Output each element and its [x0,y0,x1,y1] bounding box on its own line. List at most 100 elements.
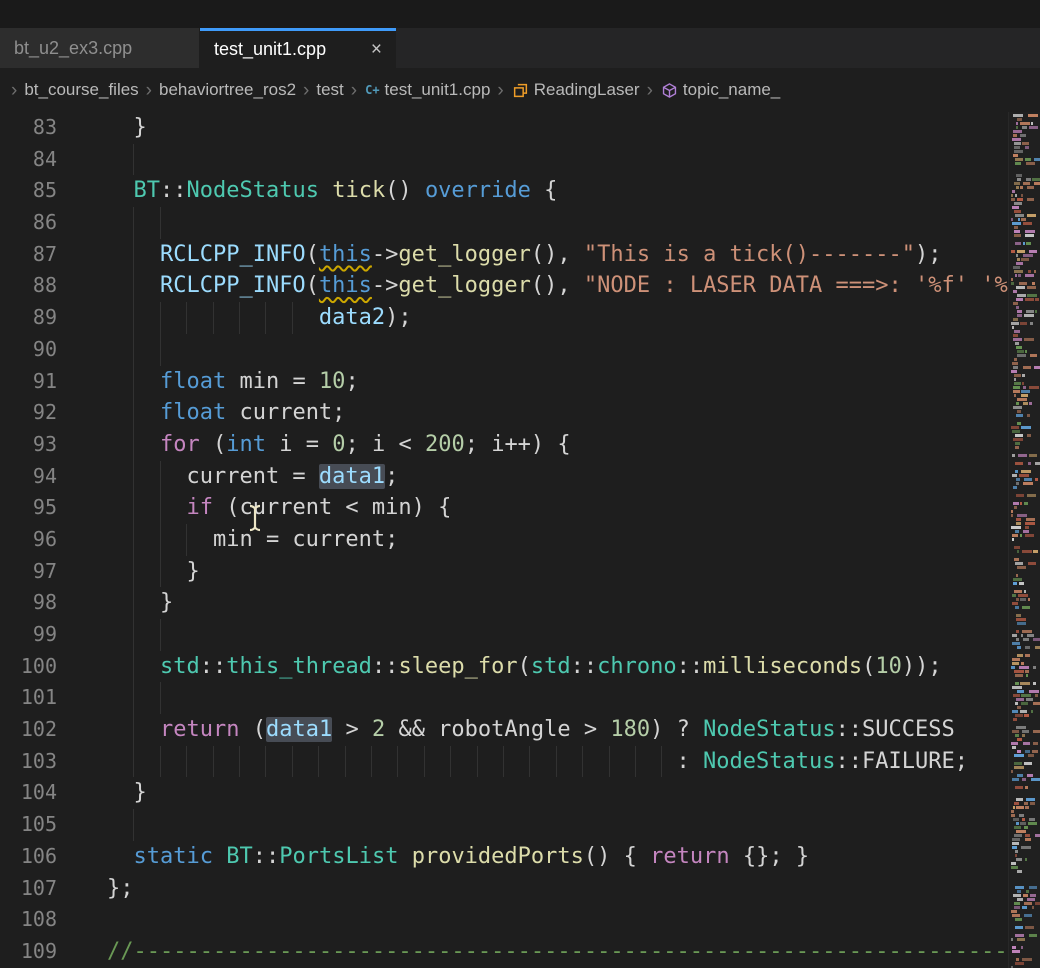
chevron-right-icon: › [497,81,503,100]
indent-guide [556,746,557,778]
line-number[interactable]: 97 [0,556,90,588]
line-number[interactable]: 95 [0,492,90,524]
code-row: 91 float min = 10; [0,366,1040,398]
editor: 83 }8485 BT::NodeStatus tick() override … [0,112,1040,968]
code-row: 95 if (current < min) { [0,492,1040,524]
code-line[interactable]: if (current < min) { [90,492,1040,524]
line-number[interactable]: 86 [0,207,90,239]
code-line[interactable] [90,904,1040,936]
indent-guide [186,746,187,778]
code-row: 106 static BT::PortsList providedPorts()… [0,841,1040,873]
code-line[interactable]: } [90,556,1040,588]
code-line[interactable]: //--------------------------------------… [90,936,1040,968]
indent-guide [133,809,134,841]
code-line[interactable]: RCLCPP_INFO(this->get_logger(), "This is… [90,239,1040,271]
indent-guide [450,746,451,778]
indent-guide [503,746,504,778]
line-number[interactable]: 102 [0,714,90,746]
code-row: 92 float current; [0,397,1040,429]
code-line[interactable]: RCLCPP_INFO(this->get_logger(), "NODE : … [90,270,1040,302]
code-line[interactable]: float current; [90,397,1040,429]
code-row: 90 [0,334,1040,366]
indent-guide [133,556,134,588]
line-number[interactable]: 106 [0,841,90,873]
line-number[interactable]: 93 [0,429,90,461]
line-number[interactable]: 84 [0,144,90,176]
indent-guide [529,746,530,778]
code-line[interactable]: } [90,587,1040,619]
indent-guide [160,619,161,651]
tab-test-unit1[interactable]: test_unit1.cpp × [200,28,396,68]
code-line[interactable]: for (int i = 0; i < 200; i++) { [90,429,1040,461]
breadcrumb-item[interactable]: ReadingLaser [534,80,640,100]
line-number[interactable]: 85 [0,175,90,207]
code-line[interactable] [90,619,1040,651]
code-line[interactable]: return (data1 > 2 && robotAngle > 180) ?… [90,714,1040,746]
breadcrumb-item[interactable]: behaviortree_ros2 [159,80,296,100]
line-number[interactable]: 108 [0,904,90,936]
code-line[interactable]: float min = 10; [90,366,1040,398]
indent-guide [133,651,134,683]
code-line[interactable] [90,809,1040,841]
indent-guide [213,746,214,778]
breadcrumb-item[interactable]: test_unit1.cpp [385,80,491,100]
code-line[interactable]: std::this_thread::sleep_for(std::chrono:… [90,651,1040,683]
line-number[interactable]: 88 [0,270,90,302]
line-number[interactable]: 92 [0,397,90,429]
close-icon[interactable]: × [359,40,382,59]
indent-guide [160,334,161,366]
code-row: 108 [0,904,1040,936]
line-number[interactable]: 107 [0,873,90,905]
indent-guide [239,746,240,778]
code-line[interactable]: min = current; [90,524,1040,556]
line-number[interactable]: 91 [0,366,90,398]
indent-guide [265,746,266,778]
line-number[interactable]: 83 [0,112,90,144]
line-number[interactable]: 90 [0,334,90,366]
indent-guide [160,207,161,239]
code-line[interactable]: }; [90,873,1040,905]
tab-bt-u2-ex3[interactable]: bt_u2_ex3.cpp [0,28,200,68]
indent-guide [160,461,161,493]
line-number[interactable]: 101 [0,682,90,714]
breadcrumb-item[interactable]: bt_course_files [24,80,138,100]
code-line[interactable]: current = data1; [90,461,1040,493]
indent-guide [213,302,214,334]
code-line[interactable]: data2); [90,302,1040,334]
indent-guide [133,682,134,714]
code-line[interactable]: } [90,112,1040,144]
line-number[interactable]: 94 [0,461,90,493]
tab-bar-empty-space [396,28,1040,68]
minimap[interactable] [1008,112,1040,968]
code-line[interactable] [90,334,1040,366]
code-line[interactable] [90,682,1040,714]
code-line[interactable]: } [90,777,1040,809]
line-number[interactable]: 105 [0,809,90,841]
indent-guide [133,270,134,302]
line-number[interactable]: 99 [0,619,90,651]
code-line[interactable]: : NodeStatus::FAILURE; [90,746,1040,778]
indent-guide [133,524,134,556]
code-line[interactable]: static BT::PortsList providedPorts() { r… [90,841,1040,873]
code-row: 83 } [0,112,1040,144]
indent-guide [133,746,134,778]
indent-guide [186,524,187,556]
indent-guide [160,556,161,588]
line-number[interactable]: 103 [0,746,90,778]
line-number[interactable]: 87 [0,239,90,271]
line-number[interactable]: 96 [0,524,90,556]
indent-guide [371,746,372,778]
code-line[interactable]: BT::NodeStatus tick() override { [90,175,1040,207]
line-number[interactable]: 104 [0,777,90,809]
indent-guide [424,746,425,778]
breadcrumb-item[interactable]: topic_name_ [683,80,780,100]
line-number[interactable]: 89 [0,302,90,334]
line-number[interactable]: 100 [0,651,90,683]
breadcrumb-item[interactable]: test [316,80,343,100]
line-number[interactable]: 98 [0,587,90,619]
indent-guide [582,746,583,778]
line-number[interactable]: 109 [0,936,90,968]
code-line[interactable] [90,207,1040,239]
cpp-file-icon: C+ [365,83,379,97]
code-line[interactable] [90,144,1040,176]
